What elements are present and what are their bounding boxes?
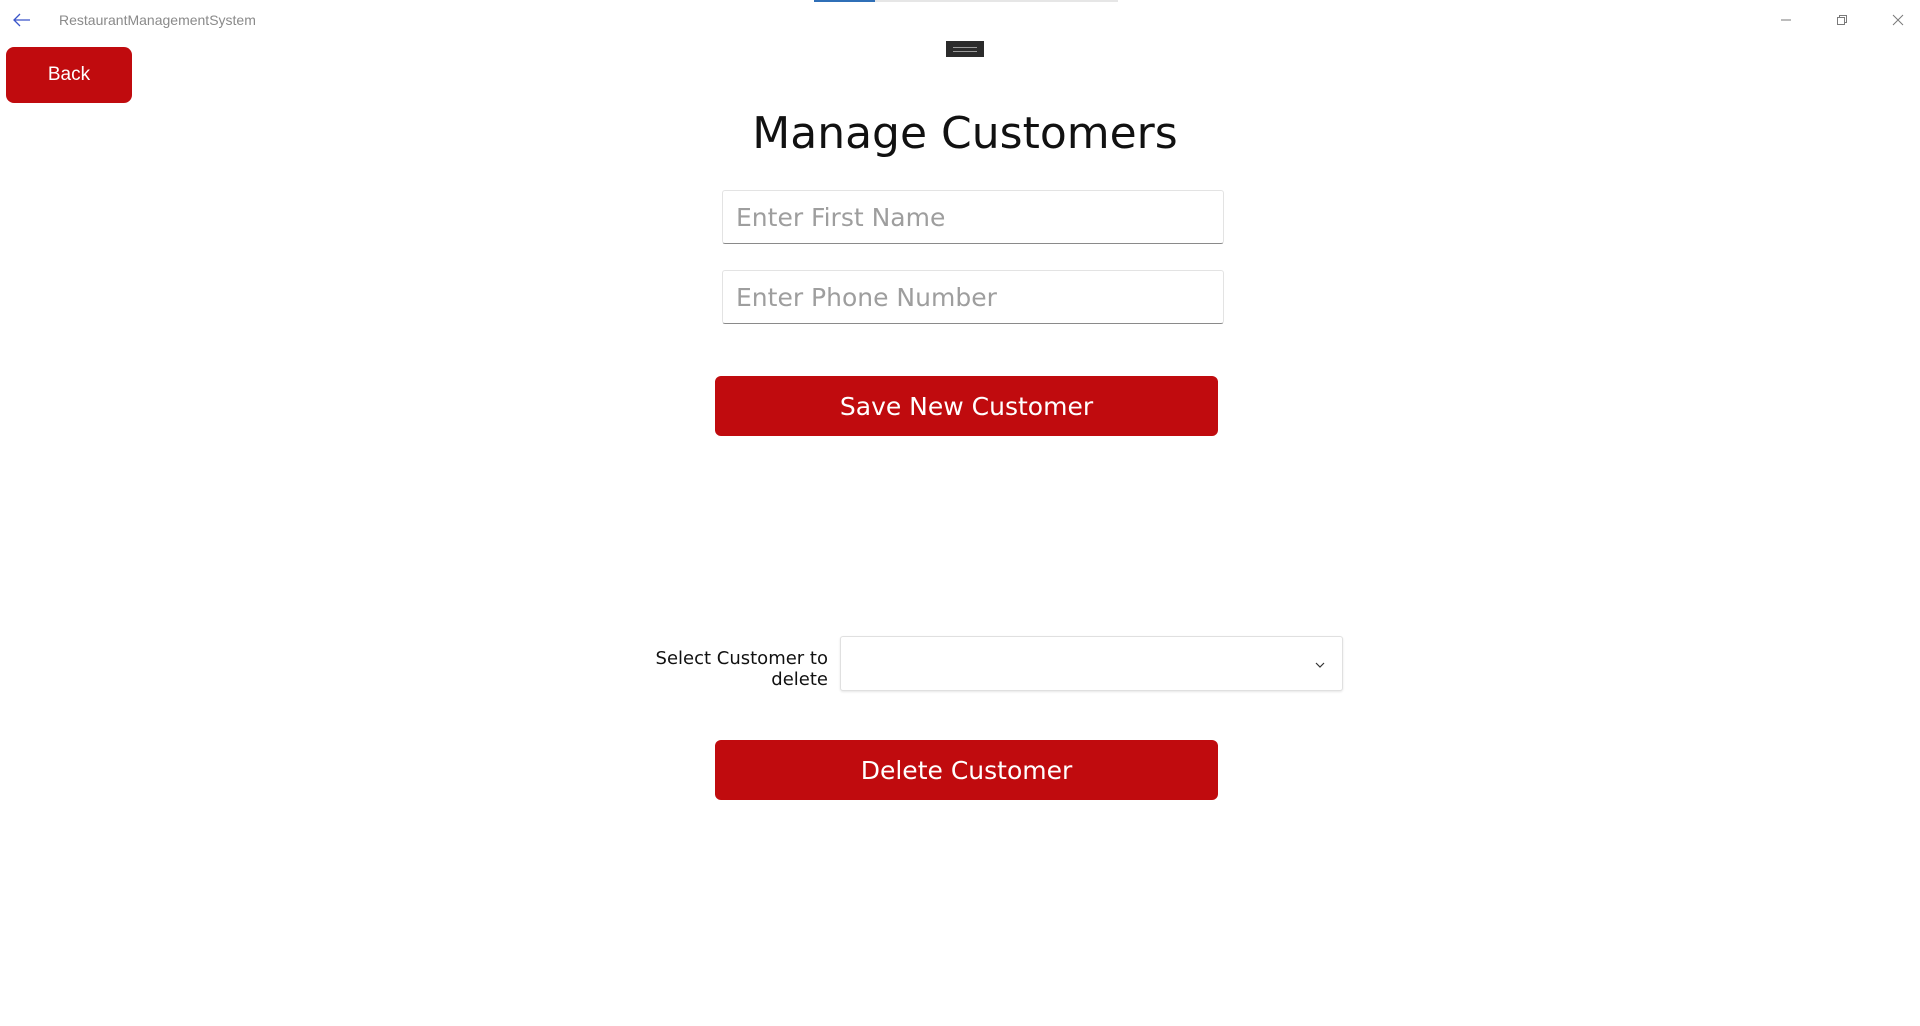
- load-progress-fill: [814, 0, 875, 2]
- chevron-down-icon: [1315, 662, 1325, 668]
- debug-frame-indicator: [946, 41, 984, 57]
- titlebar-back-button[interactable]: [8, 6, 36, 34]
- first-name-input[interactable]: [722, 190, 1224, 244]
- page-title: Manage Customers: [752, 108, 1178, 159]
- phone-number-input[interactable]: [722, 270, 1224, 324]
- title-bar: RestaurantManagementSystem: [0, 0, 1920, 40]
- back-button[interactable]: Back: [6, 47, 132, 103]
- close-button[interactable]: [1870, 0, 1920, 40]
- load-progress-bar: [814, 0, 1118, 2]
- delete-customer-button[interactable]: Delete Customer: [715, 740, 1218, 800]
- minimize-icon: [1781, 19, 1791, 21]
- customer-select-dropdown[interactable]: [840, 636, 1343, 691]
- select-customer-label: Select Customer to delete: [655, 648, 828, 690]
- app-window: RestaurantManagementSystem Back Manage C…: [0, 0, 1920, 1026]
- save-new-customer-button[interactable]: Save New Customer: [715, 376, 1218, 436]
- restore-button[interactable]: [1814, 0, 1870, 40]
- close-icon: [1892, 14, 1904, 26]
- restore-icon: [1837, 15, 1847, 25]
- window-title: RestaurantManagementSystem: [59, 12, 256, 28]
- arrow-left-icon: [13, 13, 30, 27]
- minimize-button[interactable]: [1758, 0, 1814, 40]
